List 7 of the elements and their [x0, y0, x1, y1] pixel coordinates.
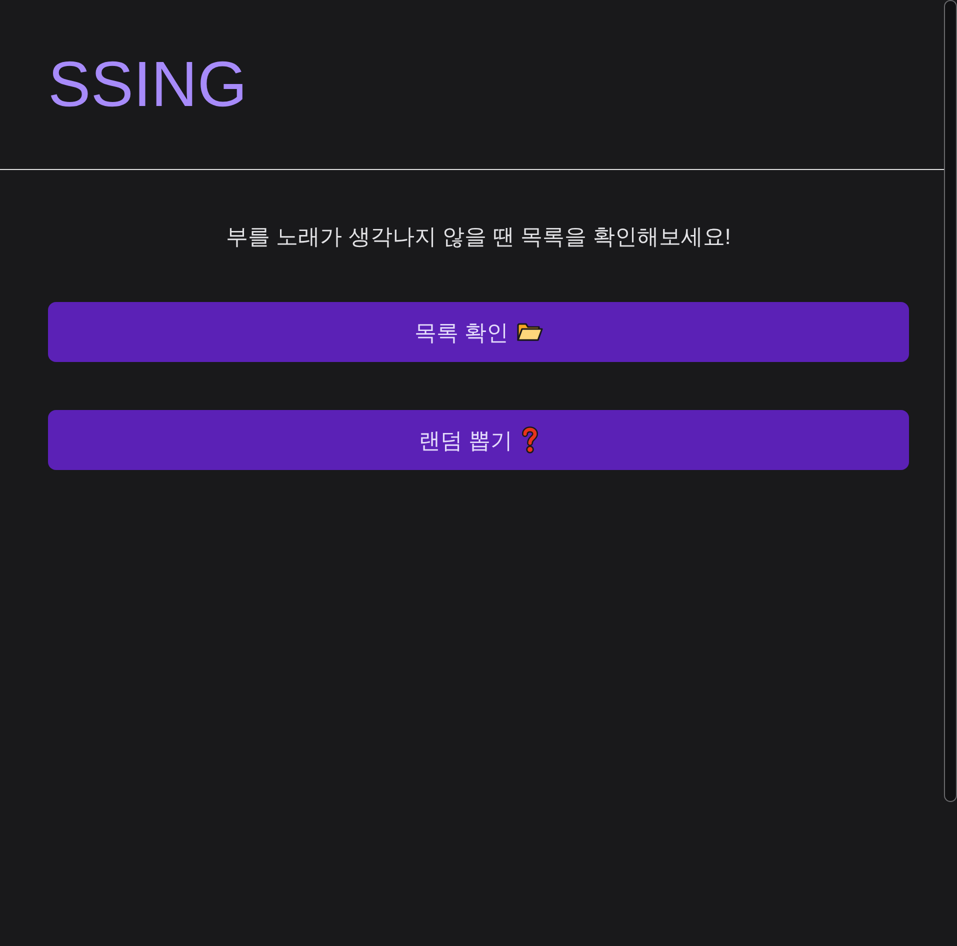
- action-button[interactable]: 목록 확인: [48, 302, 909, 362]
- action-button[interactable]: 랜덤 뽑기: [48, 410, 909, 470]
- question-mark-icon: [520, 426, 539, 454]
- intro-text: 부를 노래가 생각나지 않을 땐 목록을 확인해보세요!: [225, 223, 732, 251]
- site-title: SSING: [48, 52, 248, 116]
- scrollbar-thumb[interactable]: [944, 0, 957, 802]
- folder-icon: [516, 322, 543, 342]
